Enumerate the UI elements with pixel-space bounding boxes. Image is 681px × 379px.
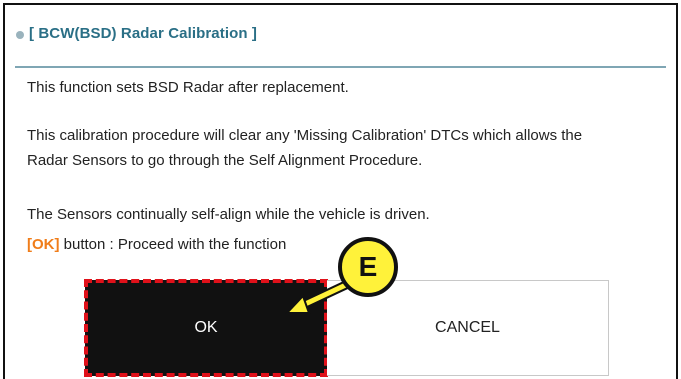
button-row: OK CANCEL	[84, 279, 609, 377]
description-line-3: Radar Sensors to go through the Self Ali…	[27, 152, 423, 169]
ok-instruction: [OK] button : Proceed with the function	[27, 235, 286, 255]
dialog-title: [ BCW(BSD) Radar Calibration ]	[29, 25, 257, 42]
ok-tag: [OK]	[27, 236, 60, 253]
header-divider	[15, 66, 666, 68]
callout-badge: E	[338, 237, 398, 297]
dialog-header: [ BCW(BSD) Radar Calibration ]	[5, 5, 676, 65]
bullet-icon	[16, 31, 24, 39]
description-line-2: This calibration procedure will clear an…	[27, 127, 583, 144]
ok-instruction-text: button : Proceed with the function	[59, 236, 287, 253]
description-line-1: This function sets BSD Radar after repla…	[27, 79, 349, 96]
description-line-4: The Sensors continually self-align while…	[27, 206, 430, 223]
ok-button[interactable]: OK	[84, 279, 328, 377]
